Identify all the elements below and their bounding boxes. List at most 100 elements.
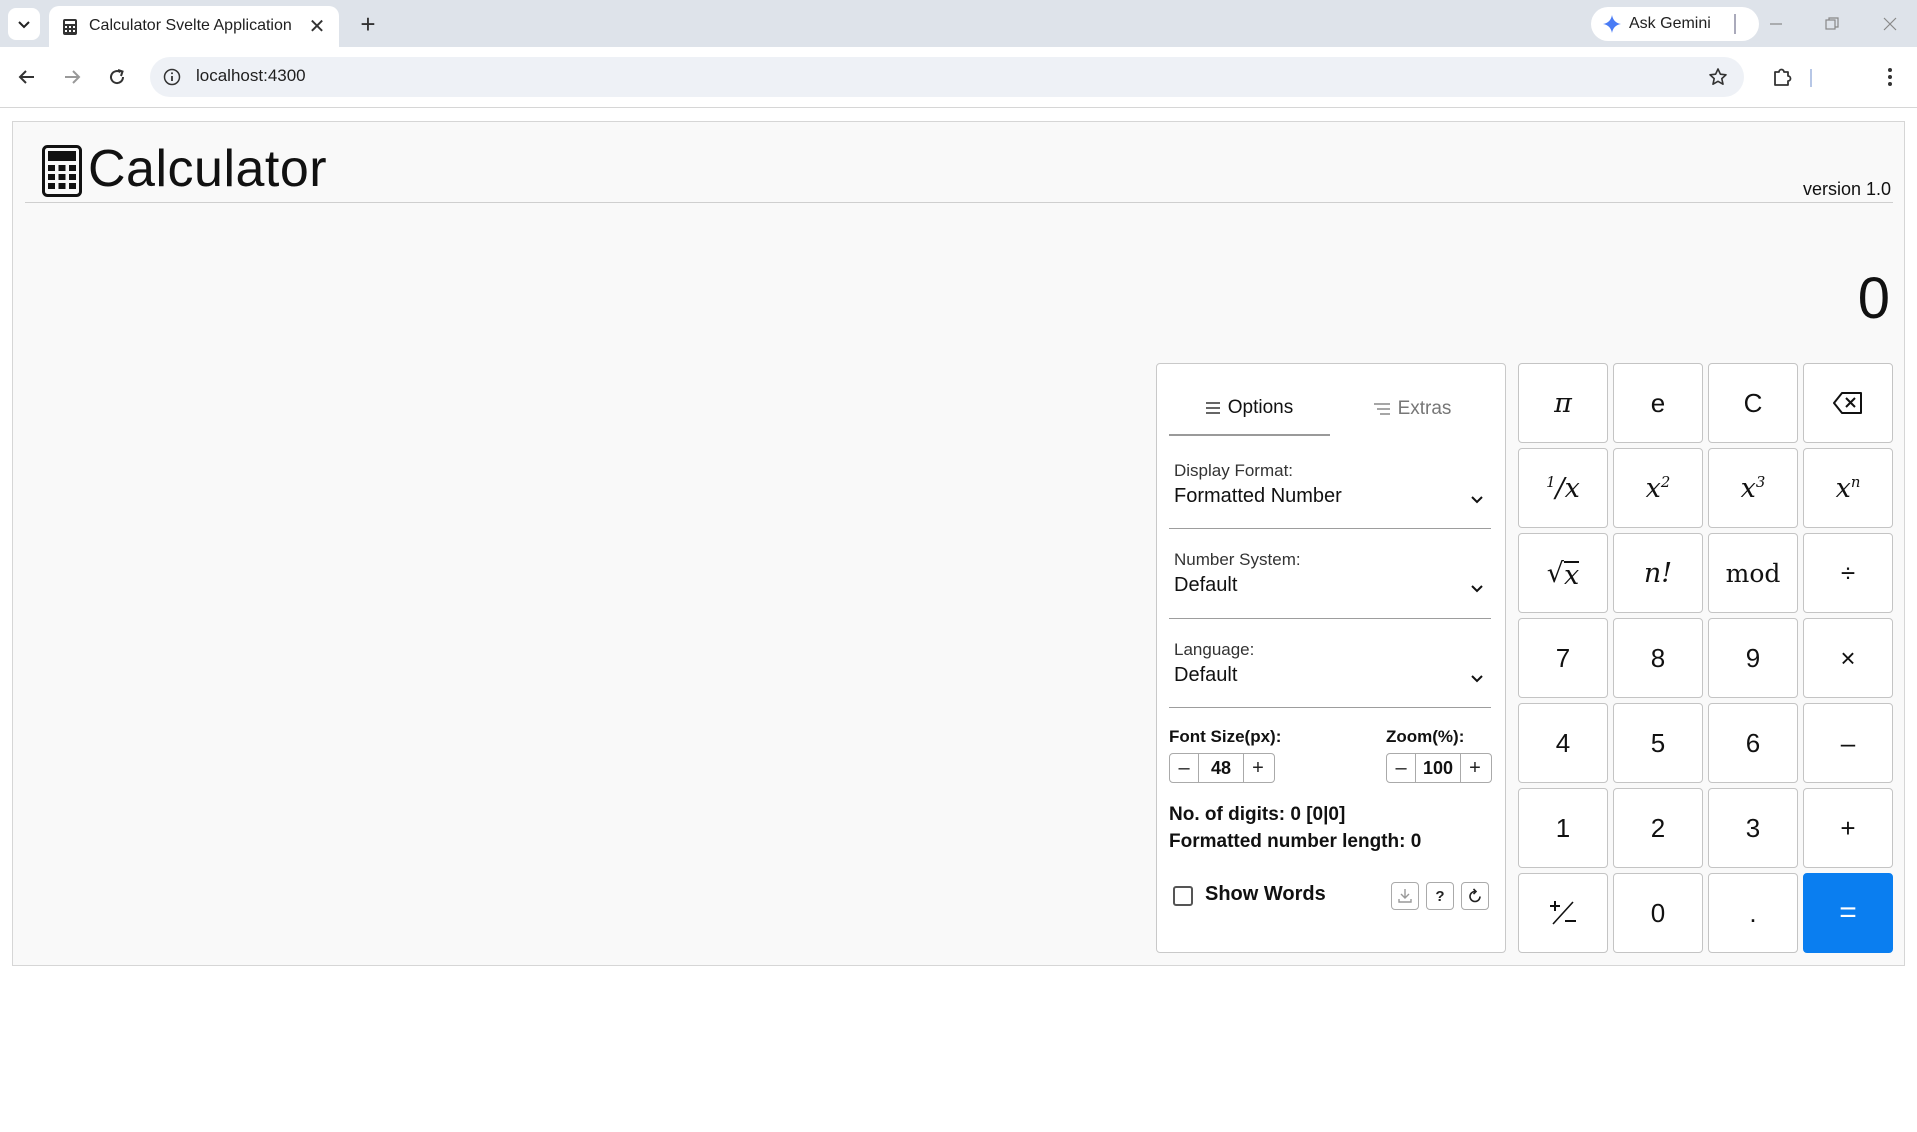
zoom-label: Zoom(%): xyxy=(1386,727,1465,746)
digit-8-button[interactable]: 8 xyxy=(1613,618,1703,698)
language-value: Default xyxy=(1174,664,1238,686)
bookmark-star-icon[interactable] xyxy=(1706,65,1730,89)
app-header: Calculator version 1.0 xyxy=(25,122,1893,203)
digit-6-button[interactable]: 6 xyxy=(1708,703,1798,783)
tab-options[interactable]: Options xyxy=(1169,382,1330,436)
back-arrow-icon[interactable] xyxy=(9,59,45,95)
reciprocal-label: 1/x xyxy=(1546,472,1580,504)
euler-button[interactable]: e xyxy=(1613,363,1703,443)
chevron-down-icon xyxy=(18,21,30,29)
site-info-icon[interactable] xyxy=(160,65,184,89)
restore-icon[interactable] xyxy=(1810,8,1854,40)
digits-info: No. of digits: 0 [0|0] xyxy=(1169,804,1346,825)
tabbar-divider xyxy=(1734,14,1736,34)
reset-button[interactable] xyxy=(1461,882,1489,910)
tab-extras[interactable]: Extras xyxy=(1332,382,1493,436)
digit-4-button[interactable]: 4 xyxy=(1518,703,1608,783)
sqrt-button[interactable]: √ x xyxy=(1518,533,1608,613)
square-label: x2 xyxy=(1645,472,1671,504)
digit-3-button[interactable]: 3 xyxy=(1708,788,1798,868)
calculator-display: 0 xyxy=(1857,266,1890,331)
show-words-label[interactable]: Show Words xyxy=(1205,883,1326,906)
language-label: Language: xyxy=(1174,640,1255,659)
show-words-checkbox[interactable] xyxy=(1173,886,1193,906)
digit-5-button[interactable]: 5 xyxy=(1613,703,1703,783)
negate-button[interactable] xyxy=(1518,873,1608,953)
reciprocal-button[interactable]: 1/x xyxy=(1518,448,1608,528)
tab-extras-label: Extras xyxy=(1397,398,1452,419)
backspace-button[interactable] xyxy=(1803,363,1893,443)
reload-icon[interactable] xyxy=(99,59,135,95)
equals-button[interactable]: = xyxy=(1803,873,1893,953)
zoom-increase-button[interactable]: + xyxy=(1461,754,1489,782)
square-button[interactable]: x2 xyxy=(1613,448,1703,528)
digit-1-button[interactable]: 1 xyxy=(1518,788,1608,868)
extensions-puzzle-icon[interactable] xyxy=(1764,59,1800,95)
help-button[interactable]: ? xyxy=(1426,882,1454,910)
toolbar-divider xyxy=(1810,69,1812,87)
digit-2-button[interactable]: 2 xyxy=(1613,788,1703,868)
chevron-down-icon xyxy=(1471,585,1483,593)
pi-button[interactable]: π xyxy=(1518,363,1608,443)
chevron-down-icon xyxy=(1471,675,1483,683)
url-text[interactable]: localhost:4300 xyxy=(196,66,306,86)
keypad: π e C 1/x x2 x3 xn √ x n! mod ÷ 7 8 9 × 4… xyxy=(1518,363,1893,953)
zoom-stepper: – 100 + xyxy=(1386,753,1492,783)
tab-options-label: Options xyxy=(1227,397,1294,418)
factorial-button[interactable]: n! xyxy=(1613,533,1703,613)
close-tab-icon[interactable]: ✕ xyxy=(305,14,329,38)
options-panel: Options Extras Display Format: Formatted… xyxy=(1156,363,1506,953)
forward-arrow-icon[interactable] xyxy=(54,59,90,95)
calculator-logo-icon xyxy=(42,145,82,197)
font-size-input[interactable]: 48 xyxy=(1198,754,1244,782)
cube-label: x3 xyxy=(1740,472,1766,504)
download-icon xyxy=(1398,889,1412,903)
digit-9-button[interactable]: 9 xyxy=(1708,618,1798,698)
browser-tab[interactable]: Calculator Svelte Application ✕ xyxy=(49,6,339,47)
subtract-button[interactable]: – xyxy=(1803,703,1893,783)
digit-7-button[interactable]: 7 xyxy=(1518,618,1608,698)
backspace-icon xyxy=(1833,392,1862,414)
menu-lines-icon xyxy=(1205,402,1220,414)
new-tab-button[interactable]: + xyxy=(352,8,384,40)
font-size-increase-button[interactable]: + xyxy=(1244,754,1272,782)
app-version: version 1.0 xyxy=(1802,179,1891,199)
gemini-sparkle-icon xyxy=(1603,15,1621,33)
kebab-menu-icon[interactable] xyxy=(1872,59,1908,95)
font-size-label: Font Size(px): xyxy=(1169,727,1282,746)
address-bar[interactable]: localhost:4300 xyxy=(150,57,1744,97)
zoom-decrease-button[interactable]: – xyxy=(1387,754,1415,782)
digit-0-button[interactable]: 0 xyxy=(1613,873,1703,953)
calculator-favicon-icon xyxy=(63,19,77,35)
app-title: Calculator xyxy=(88,140,328,198)
number-system-label: Number System: xyxy=(1174,550,1301,569)
font-size-stepper: – 48 + xyxy=(1169,753,1275,783)
browser-toolbar: localhost:4300 xyxy=(0,47,1917,108)
filter-lines-icon xyxy=(1373,403,1390,415)
mod-button[interactable]: mod xyxy=(1708,533,1798,613)
clear-button[interactable]: C xyxy=(1708,363,1798,443)
cube-button[interactable]: x3 xyxy=(1708,448,1798,528)
minimize-icon[interactable] xyxy=(1754,8,1798,40)
radical-sign: √ xyxy=(1546,557,1564,589)
decimal-button[interactable]: . xyxy=(1708,873,1798,953)
display-format-select[interactable]: Display Format: Formatted Number xyxy=(1169,461,1491,529)
power-button[interactable]: xn xyxy=(1803,448,1893,528)
number-system-select[interactable]: Number System: Default xyxy=(1169,550,1491,619)
tab-title: Calculator Svelte Application xyxy=(89,17,292,34)
divide-button[interactable]: ÷ xyxy=(1803,533,1893,613)
font-size-decrease-button[interactable]: – xyxy=(1170,754,1198,782)
formatted-length-info: Formatted number length: 0 xyxy=(1169,831,1422,852)
zoom-input[interactable]: 100 xyxy=(1415,754,1461,782)
tab-search-button[interactable] xyxy=(8,8,40,40)
download-button[interactable] xyxy=(1391,882,1419,910)
language-select[interactable]: Language: Default xyxy=(1169,640,1491,708)
window-close-icon[interactable] xyxy=(1868,8,1912,40)
browser-tabbar: Calculator Svelte Application ✕ + Ask Ge… xyxy=(0,0,1917,47)
sqrt-label: √ x xyxy=(1546,557,1580,589)
power-label: xn xyxy=(1835,472,1861,504)
ask-gemini-label: Ask Gemini xyxy=(1629,15,1711,32)
add-button[interactable]: + xyxy=(1803,788,1893,868)
chevron-down-icon xyxy=(1471,496,1483,504)
multiply-button[interactable]: × xyxy=(1803,618,1893,698)
